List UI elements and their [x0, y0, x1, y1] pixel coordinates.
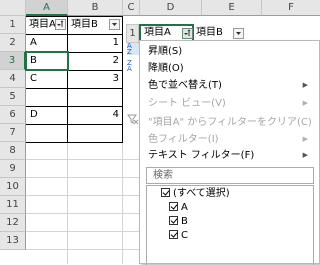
row-header-8[interactable]: 8: [0, 142, 26, 160]
cell-b6[interactable]: 4: [68, 106, 122, 124]
menu-item-sort-ascending[interactable]: 昇順(S): [140, 43, 320, 60]
menu-item-sort-descending[interactable]: 降順(O): [140, 60, 320, 77]
gridline: [26, 249, 140, 250]
row-header-9[interactable]: 9: [0, 160, 26, 178]
column-header-b[interactable]: B: [68, 0, 123, 16]
checkbox-checked-icon[interactable]: [169, 230, 178, 239]
menu-item-label: 色で並べ替え(T): [148, 80, 222, 91]
table-border: [26, 124, 123, 125]
header-cell-b[interactable]: 項目B: [71, 16, 109, 34]
table-border: [122, 16, 123, 142]
checkbox-label: (すべて選択): [173, 188, 230, 199]
cell-b3[interactable]: 2: [68, 52, 122, 70]
menu-item-label: 降順(O): [148, 63, 184, 74]
cell-b5[interactable]: [68, 88, 122, 106]
menu-item-text-filter[interactable]: テキスト フィルター(F) ▶: [140, 147, 320, 164]
row-header-12[interactable]: 12: [0, 214, 26, 232]
menu-item-label: 昇順(S): [148, 46, 183, 57]
checkbox-value-b[interactable]: B: [169, 216, 188, 228]
filter-dropdown-icon[interactable]: [233, 28, 244, 39]
filter-dropdown-menu: 昇順(S) 降順(O) 色で並べ替え(T) ▶ シート ビュー(V) ▶ "項目A"…: [139, 40, 320, 265]
row-header-1[interactable]: 1: [0, 16, 26, 34]
checkbox-label: B: [181, 216, 188, 227]
menu-item-sort-by-color[interactable]: 色で並べ替え(T) ▶: [140, 77, 320, 94]
menu-item-clear-filter[interactable]: "項目A" からフィルターをクリア(C): [140, 114, 320, 131]
clear-filter-icon: [127, 113, 139, 125]
submenu-arrow-icon: ▶: [302, 151, 308, 159]
cell-a2[interactable]: A: [30, 34, 66, 52]
row-header-1-second-sheet[interactable]: 1: [126, 24, 139, 43]
row-header-4[interactable]: 4: [0, 70, 26, 88]
menu-item-label: シート ビュー(V): [148, 98, 226, 109]
row-header-13[interactable]: 13: [0, 232, 26, 250]
column-header-f[interactable]: F: [262, 0, 320, 16]
column-header-d[interactable]: D: [140, 0, 202, 16]
row-header-10[interactable]: 10: [0, 178, 26, 196]
row-header-5[interactable]: 5: [0, 88, 26, 106]
row-header-7[interactable]: 7: [0, 124, 26, 142]
gridline: [26, 159, 140, 160]
submenu-arrow-icon: ▶: [302, 99, 308, 107]
cell-b4[interactable]: 3: [68, 70, 122, 88]
column-header-c[interactable]: C: [123, 0, 140, 16]
filter-search-input[interactable]: 検索: [146, 167, 314, 184]
gridline: [26, 195, 140, 196]
menu-item-label: "項目A" からフィルターをクリア(C): [148, 117, 312, 128]
checkbox-value-a[interactable]: A: [169, 202, 188, 214]
checkbox-checked-icon[interactable]: [161, 188, 170, 197]
row-header-3[interactable]: 3: [0, 52, 26, 70]
menu-item-color-filter[interactable]: 色フィルター(I) ▶: [140, 131, 320, 148]
menu-item-sheet-view[interactable]: シート ビュー(V) ▶: [140, 95, 320, 112]
column-header-e[interactable]: E: [202, 0, 262, 16]
column-header-a[interactable]: A: [26, 0, 68, 16]
checkbox-checked-icon[interactable]: [169, 202, 178, 211]
header-cell-a[interactable]: 項目A: [29, 16, 55, 34]
cell-a4[interactable]: C: [30, 70, 66, 88]
cell-a5[interactable]: [30, 88, 66, 106]
sort-descending-icon: ZA: [127, 59, 132, 73]
active-cell-selection: [25, 51, 69, 71]
checkbox-checked-icon[interactable]: [169, 216, 178, 225]
gridline: [26, 231, 140, 232]
sort-ascending-icon: AZ: [127, 43, 139, 56]
filter-dropdown-icon[interactable]: [109, 19, 120, 30]
row-header-6[interactable]: 6: [0, 106, 26, 124]
cell-b2[interactable]: 1: [68, 34, 122, 52]
row-header-11[interactable]: 11: [0, 196, 26, 214]
row-header-2[interactable]: 2: [0, 34, 26, 52]
menu-item-label: 色フィルター(I): [148, 134, 219, 145]
checkbox-value-c[interactable]: C: [169, 230, 188, 242]
cell-a6[interactable]: D: [30, 106, 66, 124]
select-all-corner[interactable]: [0, 0, 26, 16]
gridline: [26, 177, 140, 178]
checkbox-label: A: [181, 202, 188, 213]
submenu-arrow-icon: ▶: [302, 135, 308, 143]
menu-item-label: テキスト フィルター(F): [148, 150, 255, 161]
gridline: [26, 213, 140, 214]
checkbox-select-all[interactable]: (すべて選択): [161, 188, 230, 200]
filter-value-list: (すべて選択) A B C: [146, 185, 314, 265]
table-border: [26, 142, 123, 143]
filter-active-icon[interactable]: [182, 28, 193, 39]
filter-active-icon[interactable]: [55, 19, 66, 30]
submenu-arrow-icon: ▶: [302, 81, 308, 89]
checkbox-label: C: [181, 230, 188, 241]
